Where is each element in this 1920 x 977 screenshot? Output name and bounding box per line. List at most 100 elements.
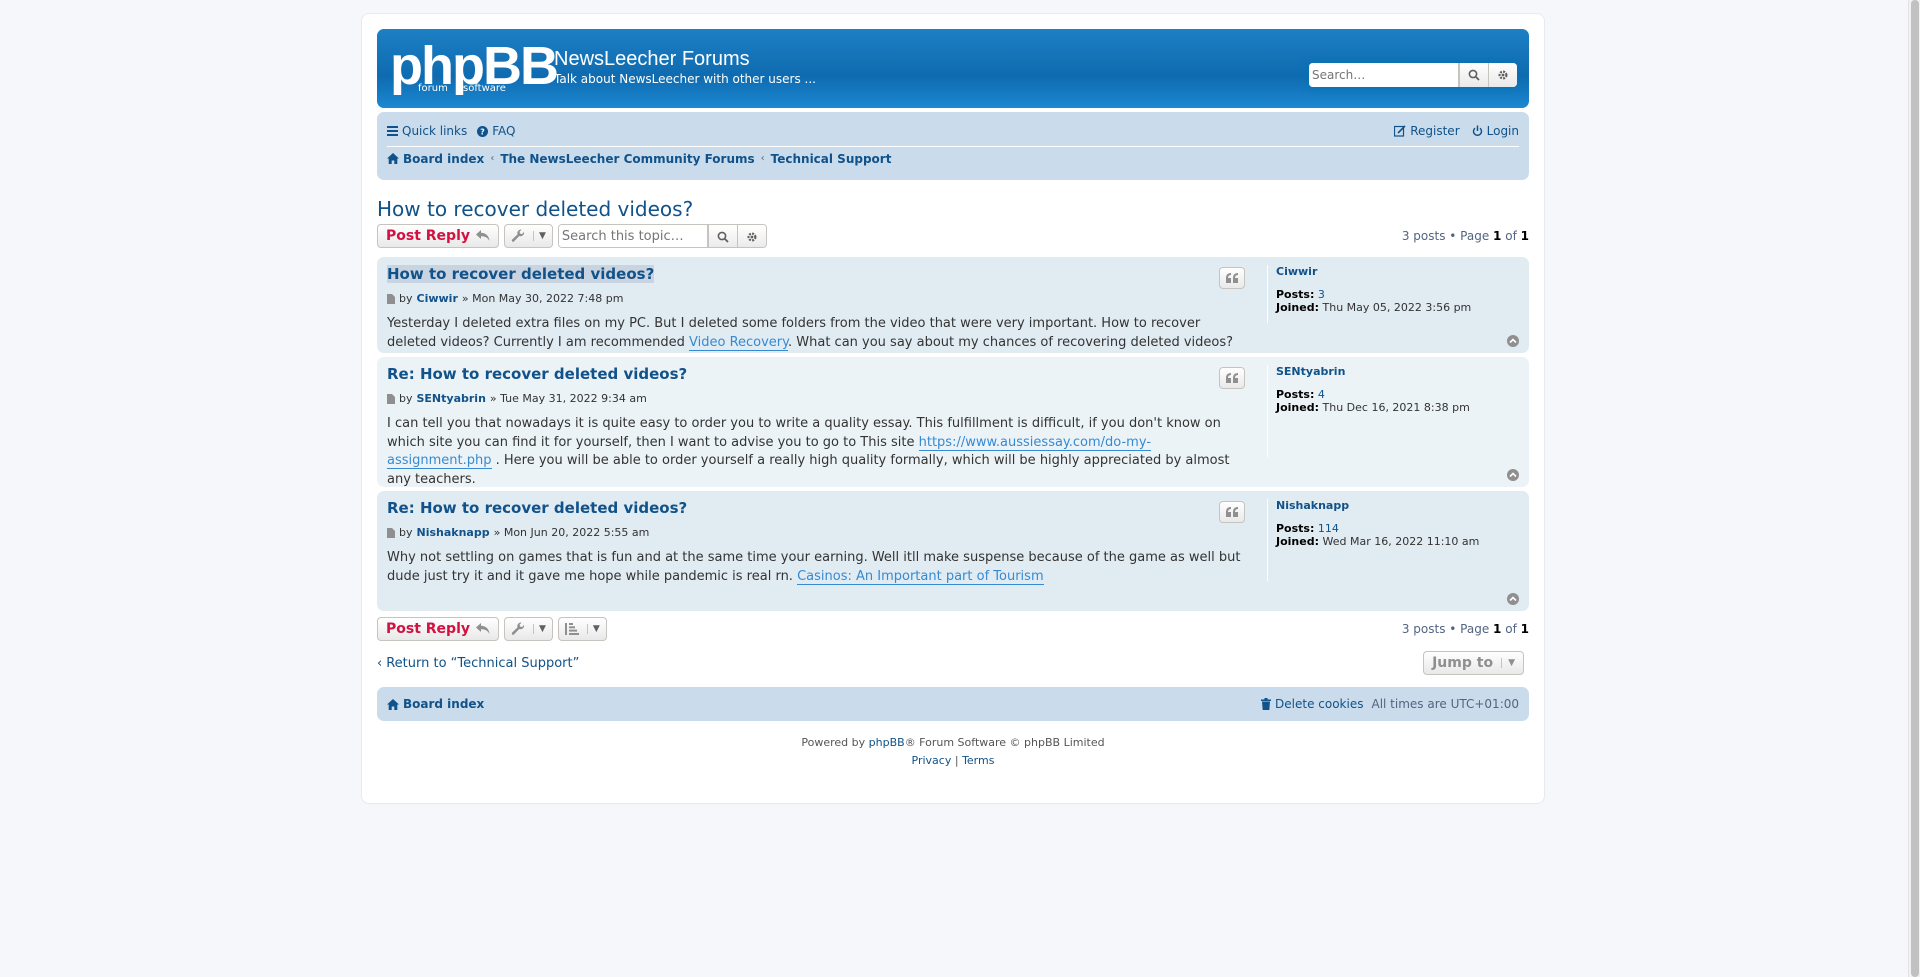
back-to-top-icon[interactable] — [1507, 469, 1519, 481]
post-by: by — [399, 526, 413, 539]
phpbb-logo[interactable]: phpBB forum software — [390, 39, 559, 97]
topic-search-button[interactable] — [707, 225, 737, 247]
logo-software-text: software — [463, 83, 506, 94]
menu-icon — [387, 126, 398, 136]
profile-joined-label: Joined: — [1276, 535, 1319, 548]
topic-search-input[interactable] — [558, 225, 708, 247]
terms-link[interactable]: Terms — [962, 754, 994, 767]
pagination-prefix: 3 posts • Page — [1401, 229, 1490, 243]
profile-username[interactable]: Nishaknapp — [1276, 499, 1517, 512]
post: How to recover deleted videos? by Ciwwir… — [377, 257, 1529, 353]
post-meta: by SENtyabrin » Tue May 31, 2022 9:34 am — [387, 392, 1252, 405]
quote-button[interactable] — [1219, 267, 1245, 289]
reply-icon — [476, 230, 490, 241]
powered-by-suffix: ® Forum Software © phpBB Limited — [904, 736, 1105, 749]
post-by: by — [399, 292, 413, 305]
faq-label: FAQ — [492, 124, 516, 138]
jump-to-button[interactable]: Jump to ▼ — [1423, 651, 1524, 675]
back-to-top-icon[interactable] — [1507, 593, 1519, 605]
profile-joined-label: Joined: — [1276, 301, 1319, 314]
post-author[interactable]: Nishaknapp — [417, 526, 490, 539]
site-title[interactable]: NewsLeecher Forums — [554, 48, 750, 71]
post-content: Why not settling on games that is fun an… — [387, 549, 1252, 586]
post-author[interactable]: SENtyabrin — [417, 392, 486, 405]
privacy-link[interactable]: Privacy — [912, 754, 952, 767]
file-icon — [387, 393, 395, 404]
profile-posts-count[interactable]: 4 — [1318, 388, 1325, 401]
search-icon — [717, 231, 729, 243]
post-title[interactable]: How to recover deleted videos? — [387, 265, 655, 283]
post-title[interactable]: Re: How to recover deleted videos? — [387, 499, 1252, 517]
profile-joined-date: Thu May 05, 2022 3:56 pm — [1322, 301, 1472, 314]
topic-tools-button[interactable]: ▼ — [504, 617, 553, 641]
scrollbar-thumb[interactable] — [1911, 0, 1919, 977]
chevron-left-icon: ‹ — [490, 153, 495, 164]
chevron-left-icon: ‹ — [377, 655, 383, 671]
footer-board-index[interactable]: Board index — [387, 697, 484, 711]
timezone-info: All times are UTC+01:00 — [1371, 697, 1519, 711]
header-advanced-search-button[interactable] — [1488, 63, 1517, 87]
action-bar-bottom: Post Reply ▼ ▼ 3 posts • Page 1 of 1 — [377, 617, 1529, 641]
pagination-page: 1 — [1493, 229, 1502, 243]
register-link[interactable]: Register — [1394, 124, 1460, 138]
back-to-top-icon[interactable] — [1507, 335, 1519, 347]
site-description: Talk about NewsLeecher with other users … — [554, 72, 816, 86]
power-icon — [1472, 125, 1482, 137]
post-text: . What can you say about my chances of r… — [788, 334, 1234, 350]
post-link[interactable]: Casinos: An Important part of Tourism — [797, 568, 1044, 585]
chevron-down-icon: ▼ — [1501, 658, 1515, 668]
pagination-of: of — [1505, 229, 1517, 243]
breadcrumb-board-index[interactable]: Board index — [387, 152, 484, 166]
breadcrumb-community-forums[interactable]: The NewsLeecher Community Forums — [500, 152, 754, 166]
file-icon — [387, 293, 395, 304]
post-link[interactable]: Video Recovery — [689, 334, 788, 351]
quick-links-label: Quick links — [402, 124, 468, 138]
post: Re: How to recover deleted videos? by SE… — [377, 357, 1529, 487]
profile-username[interactable]: Ciwwir — [1276, 265, 1517, 278]
topic-tools-button[interactable]: ▼ — [504, 224, 553, 248]
powered-by-prefix: Powered by — [801, 736, 866, 749]
page-wrap: phpBB forum software NewsLeecher Forums … — [361, 13, 1545, 804]
login-link[interactable]: Login — [1472, 124, 1519, 138]
post-meta: by Nishaknapp » Mon Jun 20, 2022 5:55 am — [387, 526, 1252, 539]
profile-posts-count[interactable]: 114 — [1318, 522, 1339, 535]
quote-icon — [1226, 273, 1238, 283]
profile-posts-count[interactable]: 3 — [1318, 288, 1325, 301]
post-reply-button[interactable]: Post Reply — [377, 617, 499, 641]
post-title[interactable]: Re: How to recover deleted videos? — [387, 365, 1252, 383]
wrench-icon — [511, 622, 525, 635]
sort-options-button[interactable]: ▼ — [557, 617, 607, 641]
phpbb-link[interactable]: phpBB — [869, 736, 905, 749]
quote-button[interactable] — [1219, 501, 1245, 523]
topic-search — [557, 224, 767, 248]
return-to-forum-link[interactable]: ‹ Return to “Technical Support” — [377, 656, 579, 671]
reply-icon — [476, 623, 490, 634]
post-reply-button[interactable]: Post Reply — [377, 224, 499, 248]
breadcrumb-technical-support[interactable]: Technical Support — [771, 152, 892, 166]
header-search-input[interactable] — [1309, 63, 1459, 87]
post-profile: Nishaknapp Posts: 114 Joined: Wed Mar 16… — [1267, 499, 1517, 581]
header-search-button[interactable] — [1459, 63, 1488, 87]
pagination-prefix: 3 posts • Page — [1401, 622, 1490, 636]
profile-username[interactable]: SENtyabrin — [1276, 365, 1517, 378]
pagination-bottom: 3 posts • Page 1 of 1 — [1402, 622, 1529, 636]
wrench-icon — [511, 229, 525, 242]
profile-posts-label: Posts: — [1276, 522, 1315, 535]
pagination-top: 3 posts • Page 1 of 1 — [1402, 229, 1529, 243]
return-link-label: Return to “Technical Support” — [386, 655, 580, 671]
post-profile: Ciwwir Posts: 3 Joined: Thu May 05, 2022… — [1267, 265, 1517, 323]
quote-button[interactable] — [1219, 367, 1245, 389]
delete-cookies-link[interactable]: Delete cookies — [1261, 697, 1363, 711]
page-scrollbar[interactable] — [1908, 0, 1920, 977]
quick-links-menu[interactable]: Quick links — [387, 124, 467, 138]
post-author[interactable]: Ciwwir — [417, 292, 458, 305]
topic-title[interactable]: How to recover deleted videos? — [377, 197, 1529, 221]
edit-icon — [1394, 125, 1406, 137]
footer-separator: | — [954, 754, 959, 767]
post-date: » Tue May 31, 2022 9:34 am — [489, 392, 647, 405]
pagination-total: 1 — [1520, 622, 1529, 636]
chevron-down-icon: ▼ — [533, 231, 546, 241]
chevron-down-icon: ▼ — [586, 624, 600, 634]
topic-advanced-search-button[interactable] — [736, 225, 766, 247]
faq-link[interactable]: ? FAQ — [477, 124, 515, 138]
